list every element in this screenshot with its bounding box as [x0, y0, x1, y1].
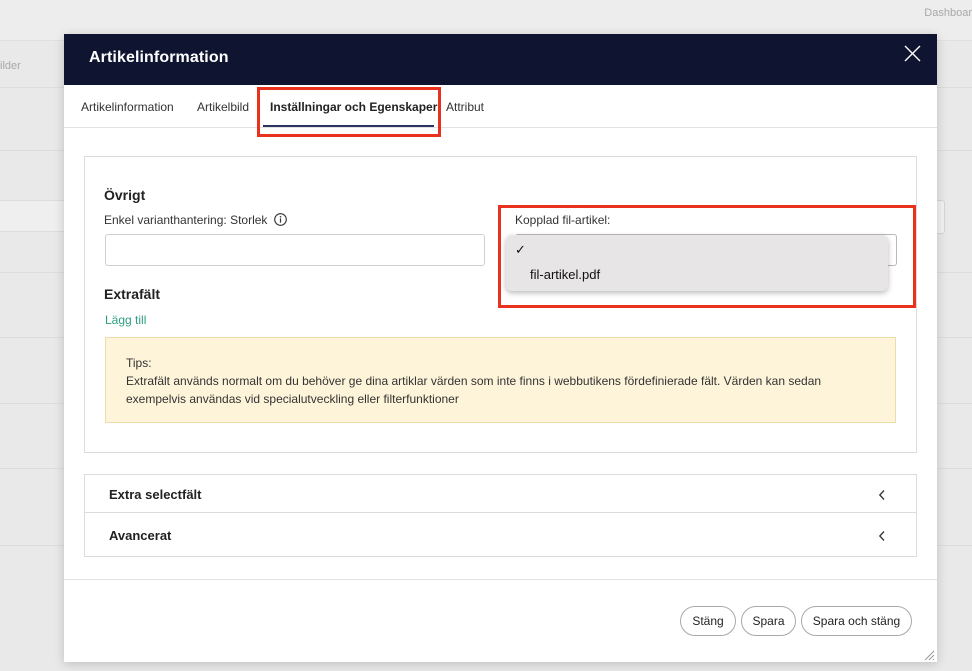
- tips-title: Tips:: [126, 356, 152, 370]
- accordion-label: Extra selectfält: [109, 487, 202, 502]
- tab-artikelinformation[interactable]: Artikelinformation: [81, 100, 174, 114]
- dropdown-option-fil-artikel[interactable]: fil-artikel.pdf: [530, 267, 600, 282]
- modal-tabs: Artikelinformation Artikelbild Inställni…: [64, 85, 937, 128]
- linked-file-dropdown: ✓ fil-artikel.pdf: [506, 235, 888, 291]
- chevron-left-icon: [878, 488, 886, 506]
- tab-artikelbild[interactable]: Artikelbild: [197, 100, 249, 114]
- section-title-extrafalt: Extrafält: [104, 286, 161, 302]
- info-icon[interactable]: [273, 213, 287, 229]
- article-info-modal: Artikelinformation Artikelinformation Ar…: [64, 34, 937, 662]
- checkmark-icon: ✓: [515, 242, 526, 257]
- tips-box: Tips: Extrafält används normalt om du be…: [105, 337, 896, 423]
- close-button[interactable]: Stäng: [680, 606, 736, 636]
- settings-panel: Övrigt Enkel varianthantering: Storlek K…: [84, 156, 917, 453]
- accordion-avancerat[interactable]: Avancerat: [84, 512, 917, 557]
- close-icon[interactable]: [900, 42, 924, 66]
- variant-size-input[interactable]: [105, 234, 485, 266]
- footer-divider: [64, 579, 937, 580]
- add-extra-field-link[interactable]: Lägg till: [105, 313, 146, 327]
- section-title-ovrigt: Övrigt: [104, 187, 146, 203]
- accordion-label: Avancerat: [109, 528, 172, 543]
- background-input: [937, 200, 945, 234]
- resize-grip-icon[interactable]: [923, 648, 935, 666]
- tips-text: Extrafält används normalt om du behöver …: [126, 374, 822, 406]
- background-label: ilder: [0, 60, 21, 72]
- save-button[interactable]: Spara: [741, 606, 796, 636]
- modal-title: Artikelinformation: [89, 49, 229, 66]
- tab-installningar-och-egenskaper[interactable]: Inställningar och Egenskaper: [270, 100, 437, 114]
- accordion-extra-selectfalt[interactable]: Extra selectfält: [84, 474, 917, 513]
- background-dashboard-link: Dashboar: [924, 7, 972, 19]
- chevron-left-icon: [878, 529, 886, 547]
- variant-field-label: Enkel varianthantering: Storlek: [104, 213, 287, 229]
- tab-attribut[interactable]: Attribut: [446, 100, 484, 114]
- background-input: [0, 200, 64, 232]
- active-tab-indicator: [263, 125, 434, 127]
- modal-header: Artikelinformation: [64, 34, 937, 85]
- linked-file-label: Kopplad fil-artikel:: [515, 213, 611, 227]
- save-and-close-button[interactable]: Spara och stäng: [801, 606, 912, 636]
- variant-label-text: Enkel varianthantering: Storlek: [104, 213, 268, 227]
